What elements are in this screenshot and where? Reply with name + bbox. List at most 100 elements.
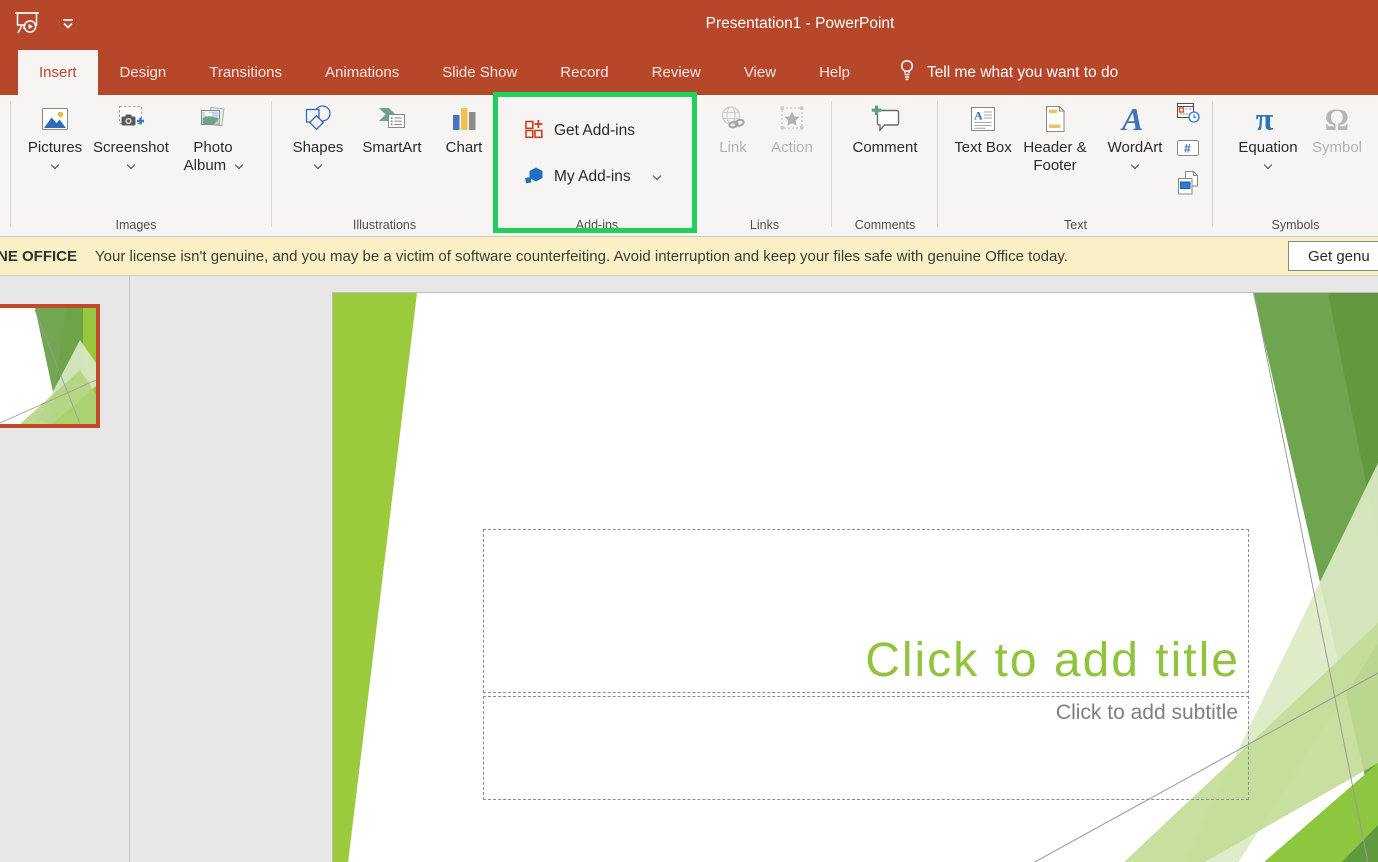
group-label-illustrations: Illustrations [352,218,417,232]
chevron-down-icon [313,160,323,170]
action-button: Action [761,95,823,157]
comment-icon [868,102,902,136]
shapes-icon [301,102,335,136]
group-symbols: π Equation Ω Symbol Symbols [1213,95,1378,236]
my-add-ins-label: My Add-ins [554,168,631,185]
pictures-icon [38,102,72,136]
photo-album-label: Photo Album [174,139,252,175]
group-label-symbols: Symbols [1271,218,1320,232]
object-button[interactable] [1174,169,1202,202]
pictures-button[interactable]: Pictures [22,95,88,170]
chart-label: Chart [445,139,483,156]
group-images: Pictures Screenshot Photo Album Images [0,95,272,236]
get-add-ins-button[interactable]: Get Add-ins [523,116,635,146]
chart-button[interactable]: Chart [434,95,494,157]
chevron-down-icon [1130,160,1140,170]
screenshot-icon [114,102,148,136]
link-button: Link [705,95,761,157]
tab-view[interactable]: View [723,50,797,95]
action-label: Action [771,139,813,156]
header-footer-icon [1038,102,1072,136]
slide-thumbnail-panel[interactable] [0,276,130,862]
lightbulb-icon [897,58,917,87]
license-message: Your license isn't genuine, and you may … [95,247,1068,265]
group-label-text: Text [1064,218,1087,232]
shapes-button[interactable]: Shapes [286,95,350,170]
wordart-label: WordArt [1107,139,1163,156]
get-add-ins-label: Get Add-ins [554,122,635,139]
photo-album-button[interactable]: Photo Album [174,95,252,175]
text-box-icon: A [966,102,1000,136]
symbol-button: Ω Symbol [1305,95,1369,157]
svg-text:#: # [1184,141,1191,155]
ribbon-tab-strip: Insert Design Transitions Animations Sli… [0,48,1378,95]
object-icon [1175,169,1201,202]
tab-transitions[interactable]: Transitions [188,50,303,95]
group-illustrations: Shapes SmartArt Chart Illustrations [272,95,497,236]
chevron-down-icon [235,160,244,170]
symbol-label: Symbol [1311,139,1363,156]
get-genuine-office-button[interactable]: Get genu [1288,241,1378,271]
start-slideshow-icon[interactable] [12,8,42,38]
text-box-button[interactable]: A Text Box [954,95,1012,157]
title-placeholder[interactable]: Click to add title [483,529,1249,693]
symbol-icon: Ω [1320,102,1354,136]
slide-number-button[interactable]: # [1174,136,1202,164]
wordart-button[interactable]: A WordArt [1098,95,1172,170]
screenshot-button[interactable]: Screenshot [88,95,174,170]
tab-insert[interactable]: Insert [18,50,98,95]
header-footer-label: Header & Footer [1023,139,1087,174]
screenshot-label: Screenshot [93,139,169,156]
tab-review[interactable]: Review [631,50,722,95]
chevron-down-icon [1263,160,1273,170]
comment-label: Comment [852,139,918,156]
slide-canvas[interactable]: Click to add title Click to add subtitle [332,292,1378,862]
chart-icon [447,102,481,136]
group-label-add-ins: Add-ins [575,218,619,232]
my-add-ins-button[interactable]: My Add-ins [523,162,661,192]
svg-text:A: A [974,109,983,123]
title-placeholder-text: Click to add title [865,633,1240,687]
wordart-icon: A [1118,102,1152,136]
tab-slide-show[interactable]: Slide Show [421,50,538,95]
chevron-down-icon [652,171,661,181]
tab-animations[interactable]: Animations [304,50,420,95]
group-text: A Text Box Header & Footer A WordArt # T… [938,95,1213,236]
tell-me-label: Tell me what you want to do [926,63,1119,81]
tab-record[interactable]: Record [539,50,629,95]
subtitle-placeholder[interactable]: Click to add subtitle [483,696,1249,800]
photo-album-icon [196,102,230,136]
date-time-button[interactable] [1174,101,1202,129]
ribbon: Pictures Screenshot Photo Album Images S… [0,95,1378,237]
license-prefix-label: NE OFFICE [0,247,78,265]
subtitle-placeholder-text: Click to add subtitle [1055,701,1238,724]
svg-text:Ω: Ω [1325,102,1349,136]
equation-label: Equation [1238,139,1298,156]
group-links: Link Action Links [697,95,832,236]
smartart-label: SmartArt [362,139,422,156]
tab-design[interactable]: Design [99,50,188,95]
equation-button[interactable]: π Equation [1231,95,1305,170]
smartart-icon [375,102,409,136]
pictures-label: Pictures [27,139,83,156]
smartart-button[interactable]: SmartArt [350,95,434,157]
license-warning-bar: NE OFFICE Your license isn't genuine, an… [0,237,1378,275]
title-bar: Presentation1 - PowerPoint [0,0,1378,48]
link-icon [716,102,750,136]
equation-icon: π [1251,101,1285,136]
slide-thumbnail-1[interactable] [0,304,100,428]
get-addins-icon [523,118,545,145]
text-box-label: Text Box [954,139,1012,156]
header-footer-button[interactable]: Header & Footer [1012,95,1098,175]
svg-text:A: A [1120,102,1143,136]
shapes-label: Shapes [292,139,344,156]
workspace: Click to add title Click to add subtitle [0,275,1378,862]
tab-help[interactable]: Help [798,50,871,95]
date-time-icon [1175,100,1201,131]
action-icon [775,102,809,136]
svg-text:π: π [1256,101,1274,136]
tell-me-search[interactable]: Tell me what you want to do [897,50,1118,95]
comment-button[interactable]: Comment [840,95,930,157]
link-label: Link [719,139,747,156]
customize-quick-access-icon[interactable] [60,17,76,29]
